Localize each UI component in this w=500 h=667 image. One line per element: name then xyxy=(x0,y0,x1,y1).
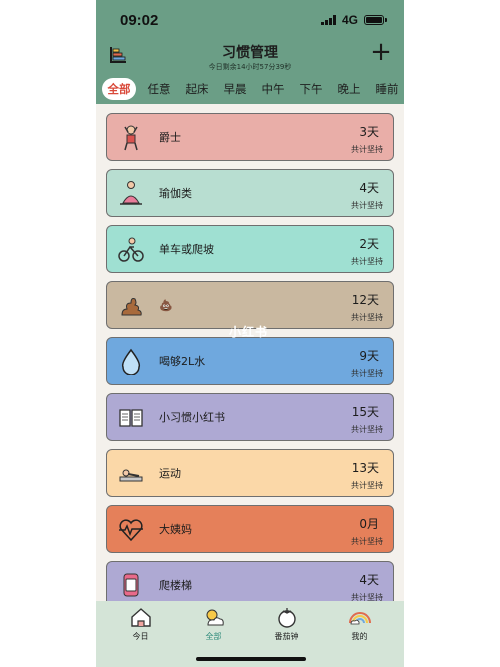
sun-cloud-icon xyxy=(206,609,224,626)
habit-days: 3天 xyxy=(359,125,379,139)
heartbeat-icon xyxy=(119,519,143,542)
yoga-icon xyxy=(120,181,142,205)
habit-caption: 共计坚持 xyxy=(351,313,383,322)
tabbar-label: 今日 xyxy=(132,632,149,641)
habit-days: 12天 xyxy=(351,293,379,307)
dancer-icon xyxy=(124,125,138,151)
battery-icon xyxy=(364,15,387,25)
poop-icon xyxy=(121,298,142,316)
habit-card[interactable]: 💩 12天共计坚持 xyxy=(106,281,394,329)
habit-card[interactable]: 运动 13天共计坚持 xyxy=(106,449,394,497)
tabbar-item-3[interactable]: 我的 xyxy=(330,605,390,667)
tab-3[interactable]: 早晨 xyxy=(216,78,254,100)
home-indicator xyxy=(196,657,306,661)
add-habit-button[interactable]: + xyxy=(370,39,392,65)
habit-name: 💩 xyxy=(159,299,173,312)
phone-screen: 09:02 4G 习惯管理 今日剩余14小时57分39秒 + 全部 任意 起床 早晨中… xyxy=(96,0,404,667)
habit-caption: 共计坚持 xyxy=(351,425,383,434)
habit-days: 9天 xyxy=(359,349,379,363)
page-title: 习惯管理 xyxy=(222,45,278,61)
tab-7[interactable]: 睡前 xyxy=(368,78,404,100)
tab-6[interactable]: 晚上 xyxy=(330,78,368,100)
habit-card[interactable]: 单车或爬坡 2天共计坚持 xyxy=(106,225,394,273)
status-indicators: 4G xyxy=(320,13,387,27)
tabbar-item-0[interactable]: 今日 xyxy=(111,605,171,667)
habit-caption: 共计坚持 xyxy=(351,257,383,266)
tabbar-label: 全部 xyxy=(205,632,222,641)
status-bar: 09:02 4G xyxy=(96,0,404,40)
tomato-icon xyxy=(277,608,296,628)
top-bar: 09:02 4G 习惯管理 今日剩余14小时57分39秒 + 全部 任意 起床 早晨中… xyxy=(96,0,404,104)
house-icon xyxy=(130,608,151,627)
watermark: 小红书 xyxy=(229,325,269,339)
habit-days: 13天 xyxy=(351,461,379,475)
network-label: 4G xyxy=(341,13,358,27)
habit-name: 瑜伽类 xyxy=(159,187,192,200)
habit-card[interactable]: 瑜伽类 4天共计坚持 xyxy=(106,169,394,217)
tab-4[interactable]: 中午 xyxy=(254,78,292,100)
habit-card[interactable]: 喝够2L水 9天共计坚持 xyxy=(106,337,394,385)
habit-card[interactable]: 小习惯小红书 15天共计坚持 xyxy=(106,393,394,441)
habit-days: 4天 xyxy=(359,181,379,195)
time-filter-tabs: 全部 任意 起床 早晨 中午 下午 晚上 睡前 xyxy=(102,78,404,100)
habit-card[interactable]: 爵士 3天共计坚持 xyxy=(106,113,394,161)
status-time: 09:02 xyxy=(120,11,159,29)
habit-name: 大姨妈 xyxy=(159,523,192,536)
water-drop-icon xyxy=(121,348,141,375)
habit-name: 单车或爬坡 xyxy=(159,243,214,256)
tab-1[interactable]: 任意 xyxy=(140,78,178,100)
habit-caption: 共计坚持 xyxy=(351,369,383,378)
habit-card[interactable]: 大姨妈 0月共计坚持 xyxy=(106,505,394,553)
tab-5[interactable]: 下午 xyxy=(292,78,330,100)
cyclist-icon xyxy=(118,237,144,262)
habit-days: 0月 xyxy=(359,517,379,531)
habit-days: 4天 xyxy=(359,573,379,587)
tab-2[interactable]: 起床 xyxy=(178,78,216,100)
tabbar-label: 我的 xyxy=(351,632,368,641)
habit-caption: 共计坚持 xyxy=(351,481,383,490)
header: 习惯管理 今日剩余14小时57分39秒 + xyxy=(96,39,404,74)
exercise-icon xyxy=(119,469,143,482)
book-icon xyxy=(119,409,143,427)
habit-caption: 共计坚持 xyxy=(351,145,383,154)
signal-icon xyxy=(320,15,336,25)
habit-caption: 共计坚持 xyxy=(351,537,383,546)
habit-name: 小习惯小红书 xyxy=(159,411,225,424)
habit-name: 运动 xyxy=(159,467,181,480)
habit-name: 爵士 xyxy=(159,131,181,144)
habit-days: 15天 xyxy=(351,405,379,419)
remaining-time: 今日剩余14小时57分39秒 xyxy=(208,63,292,71)
watch-icon xyxy=(123,573,139,597)
tab-0[interactable]: 全部 xyxy=(102,78,136,100)
habit-name: 喝够2L水 xyxy=(159,355,206,368)
tabbar-label: 番茄钟 xyxy=(274,632,299,641)
habit-caption: 共计坚持 xyxy=(351,201,383,210)
rainbow-icon xyxy=(348,612,371,625)
habit-days: 2天 xyxy=(359,237,379,251)
